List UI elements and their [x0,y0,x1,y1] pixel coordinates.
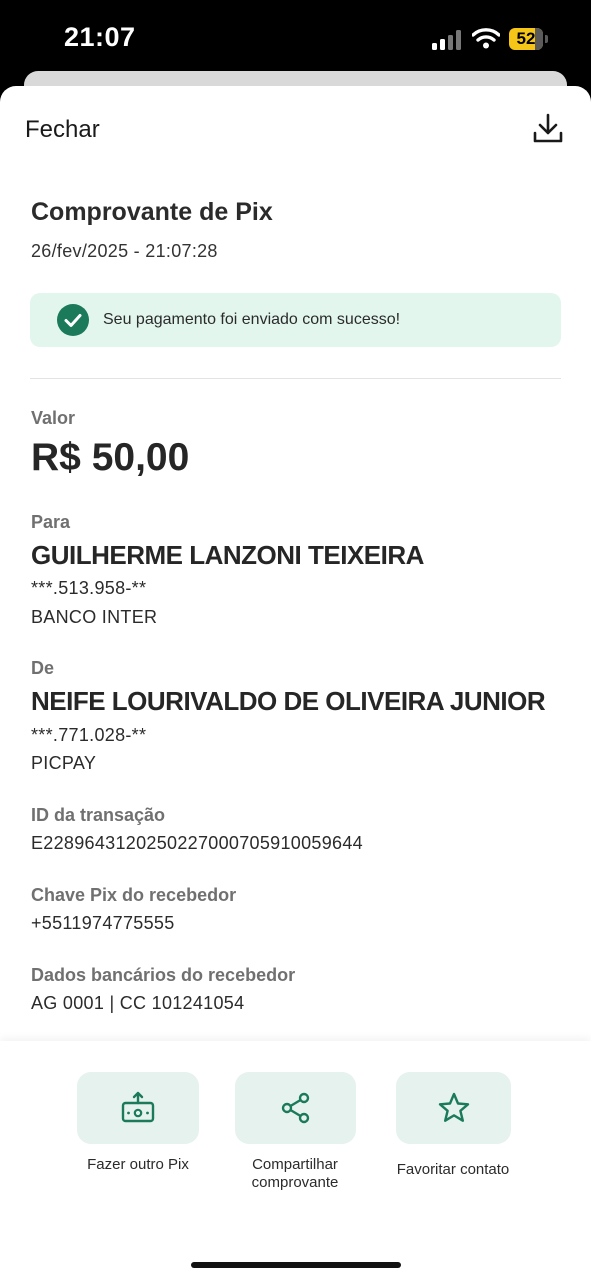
favorite-contact-button[interactable] [396,1072,511,1144]
status-bar: 21:07 52 [0,0,591,72]
bank-data-label: Dados bancários do recebedor [31,965,296,985]
page-title: Comprovante de Pix [31,198,273,226]
share-icon [281,1092,309,1124]
home-indicator [191,1262,401,1268]
receipt-sheet: Fechar Comprovante de Pix 26/fev/2025 - … [0,86,591,1280]
pix-key: +5511974775555 [31,913,175,933]
battery-tip [545,35,548,43]
transaction-id: E22896431202502270007059100596​44 [31,833,363,853]
recipient-label: Para [31,512,71,532]
wifi-icon [472,28,500,49]
success-message: Seu pagamento foi enviado com sucesso! [103,311,401,328]
recipient-bank: BANCO INTER [31,607,158,627]
recipient-name: GUILHERME LANZONI TEIXEIRA [31,540,424,570]
recipient-document: ***.513.958-** [31,578,147,598]
close-button[interactable]: Fechar [25,116,100,144]
check-circle-icon [57,304,89,336]
sender-document: ***.771.028-** [31,725,147,745]
star-icon [438,1092,469,1122]
sender-name: NEIFE LOURIVALDO DE OLIVEIRA JUNIOR [31,686,546,716]
payment-value: R$ 50,00 [31,436,190,479]
divider [30,378,561,379]
sender-label: De [31,658,55,678]
make-another-pix-label: Fazer outro Pix [87,1156,189,1173]
action-footer: Fazer outro Pix Compartilhar comprovante… [0,1041,591,1280]
favorite-contact-label: Favoritar contato [396,1161,510,1178]
sender-bank: PICPAY [31,753,97,773]
share-receipt-button[interactable] [235,1072,356,1144]
pix-transfer-icon [121,1091,155,1123]
download-icon[interactable] [531,112,565,146]
success-alert: Seu pagamento foi enviado com sucesso! [30,293,561,347]
battery-level: 52 [516,29,536,48]
transaction-id-label: ID da transação [31,805,166,825]
pix-key-label: Chave Pix do recebedor [31,885,237,905]
battery-icon: 52 [509,28,543,50]
make-another-pix-button[interactable] [77,1072,199,1144]
cellular-signal-icon [432,30,464,50]
value-label: Valor [31,408,76,428]
share-receipt-label: Compartilhar comprovante [251,1156,339,1191]
receipt-date: 26/fev/2025 - 21:07:28 [31,241,218,261]
bank-data: AG 0001 | CC 101241054 [31,993,245,1013]
status-time: 21:07 [64,22,136,52]
